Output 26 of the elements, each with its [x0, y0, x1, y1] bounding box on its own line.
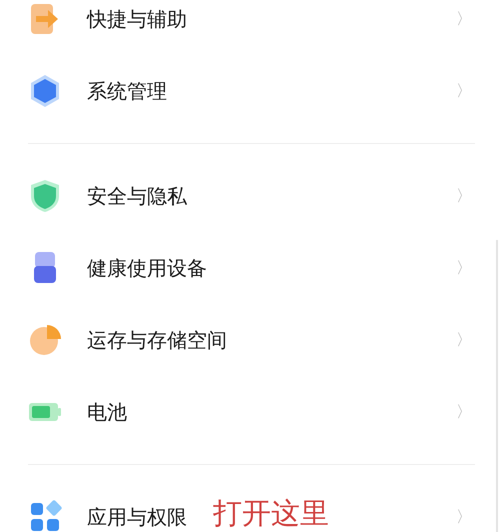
settings-item[interactable]: 快捷与辅助 〉	[0, 0, 500, 55]
chevron-icon: 〉	[456, 402, 472, 422]
chevron-icon: 〉	[456, 186, 472, 206]
item-label: 安全与隐私	[87, 182, 187, 210]
item-label: 电池	[87, 398, 127, 426]
settings-item[interactable]: 应用与权限 打开这里 〉	[0, 481, 500, 532]
item-label: 应用与权限	[87, 504, 187, 530]
settings-item[interactable]: 健康使用设备 〉	[0, 232, 500, 304]
settings-item[interactable]: 安全与隐私 〉	[0, 160, 500, 232]
pie-chart-icon	[28, 323, 62, 357]
chevron-icon: 〉	[456, 258, 472, 278]
chevron-icon: 〉	[456, 506, 472, 528]
item-label: 运存与存储空间	[87, 326, 227, 354]
shield-icon	[28, 179, 62, 213]
settings-item[interactable]: 运存与存储空间 〉	[0, 304, 500, 376]
apps-icon	[28, 500, 62, 532]
settings-item[interactable]: 电池 〉	[0, 376, 500, 448]
item-label: 健康使用设备	[87, 254, 207, 282]
chevron-icon: 〉	[456, 80, 472, 102]
settings-item[interactable]: 系统管理 〉	[0, 55, 500, 127]
item-label: 系统管理	[87, 78, 167, 104]
hexagon-icon	[28, 74, 62, 108]
chevron-icon: 〉	[456, 8, 472, 30]
annotation-text: 打开这里	[213, 499, 329, 528]
item-label: 快捷与辅助	[87, 6, 187, 32]
chevron-icon: 〉	[456, 330, 472, 350]
